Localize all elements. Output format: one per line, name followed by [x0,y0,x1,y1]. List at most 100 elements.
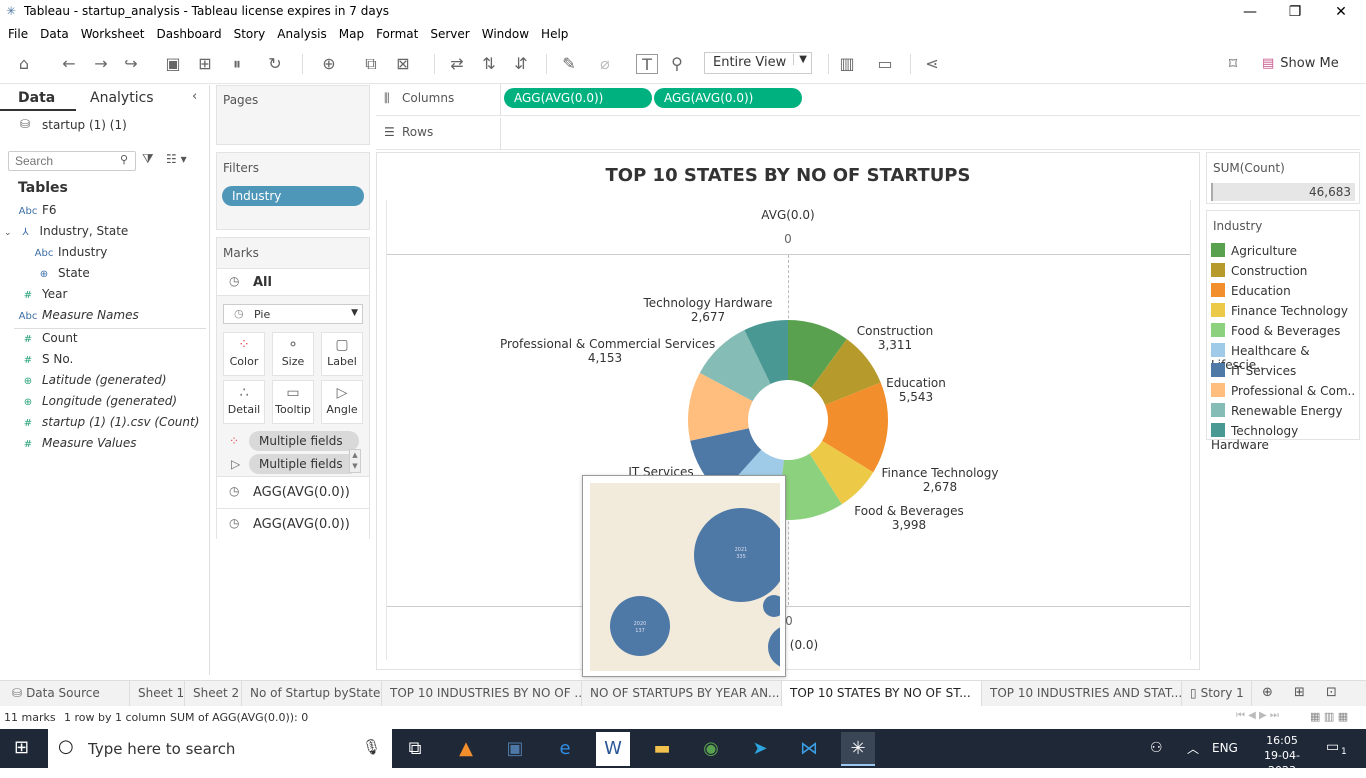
redo-icon[interactable]: ↪ [120,54,142,74]
legend-item[interactable]: Construction [1211,263,1359,283]
field-item[interactable]: ⊕ State [14,266,206,287]
rows-shelf[interactable]: ☰ Rows [376,118,1360,150]
menu-format[interactable]: Format [370,24,424,44]
field-item[interactable]: Abc Industry [14,245,206,266]
legend-item[interactable]: Professional & Com.. [1211,383,1359,403]
collapse-pane-icon[interactable]: ‹ [192,89,197,104]
field-item[interactable]: # S No. [14,352,206,373]
cards-icon[interactable]: ▥ [836,54,858,74]
new-datasource-icon[interactable]: ⊞ [194,54,216,74]
field-item[interactable]: # Measure Values [14,436,206,457]
chrome-icon[interactable]: ◉ [694,732,728,766]
tab-sheet[interactable]: Sheet 2 [185,681,242,706]
column-pill-2[interactable]: AGG(AVG(0.0)) [654,88,802,108]
menu-map[interactable]: Map [333,24,370,44]
format-painter-icon[interactable]: ⌑ [1222,54,1244,74]
label-button[interactable]: ▢ Label [321,332,363,376]
share-icon[interactable]: ⋖ [921,54,943,74]
pin-icon[interactable]: ⚲ [666,54,688,74]
vscode-icon[interactable]: ⋈ [792,732,826,766]
tooltip-button[interactable]: ▭ Tooltip [272,380,314,424]
column-pill-1[interactable]: AGG(AVG(0.0)) [504,88,652,108]
group-icon[interactable]: ⌀ [594,54,616,74]
file-explorer-icon[interactable]: ▬ [645,732,679,766]
language-indicator[interactable]: ENG [1212,741,1238,755]
back-icon[interactable]: ← [58,54,80,74]
menu-file[interactable]: File [2,24,34,44]
microphone-icon[interactable]: 🎙 [362,738,381,756]
menu-story[interactable]: Story [228,24,272,44]
filters-card[interactable]: Filters Industry [216,152,370,230]
tab-sheet[interactable]: Sheet 1 [130,681,185,706]
legend-item[interactable]: Healthcare & Lifescie.. [1211,343,1359,372]
new-worksheet-icon[interactable]: ⊕ [1262,685,1273,700]
menu-dashboard[interactable]: Dashboard [150,24,227,44]
datasource-name[interactable]: startup (1) (1) [42,118,127,132]
new-story-icon[interactable]: ⊡ [1326,685,1337,700]
menu-window[interactable]: Window [476,24,535,44]
legend-item[interactable]: Finance Technology [1211,303,1359,323]
tab-sheet[interactable]: No of Startup byState [242,681,382,706]
windows-start-icon[interactable]: ⊞ [14,737,29,758]
menu-server[interactable]: Server [424,24,475,44]
refresh-icon[interactable]: ↻ [264,54,286,74]
tab-sheet[interactable]: NO OF STARTUPS BY YEAR AN... [582,681,782,706]
fit-dropdown[interactable]: Entire View ▼ [704,52,812,74]
save-icon[interactable]: ▣ [162,54,184,74]
clear-sheet-icon[interactable]: ⊠ [392,54,414,74]
field-item[interactable]: # Year [14,287,206,308]
edge-icon[interactable]: e [548,732,582,766]
legend-item[interactable]: Food & Beverages [1211,323,1359,343]
notification-icon[interactable]: ▭ [1326,739,1339,755]
filter-pill-industry[interactable]: Industry [222,186,364,206]
vlc-icon[interactable]: ▲ [449,732,483,766]
view-options-icon[interactable]: ☷ ▾ [166,152,187,166]
marks-card-agg2[interactable]: ◷ AGG(AVG(0.0)) [217,508,369,540]
menu-worksheet[interactable]: Worksheet [75,24,151,44]
show-me-button[interactable]: ▤ Show Me [1262,56,1339,71]
word-icon[interactable]: W [596,732,630,766]
pause-icon[interactable]: ⏸ [226,54,248,74]
angle-button[interactable]: ▷ Angle [321,380,363,424]
field-item[interactable]: ⊕ Latitude (generated) [14,373,206,394]
tab-story[interactable]: ▯ Story 1 [1182,681,1252,706]
mark-type-dropdown[interactable]: ◷ Pie ▼ [223,304,363,324]
legend-item[interactable]: Renewable Energy [1211,403,1359,423]
taskbar-search[interactable]: ○ Type here to search 🎙 [48,729,392,768]
menu-analysis[interactable]: Analysis [271,24,332,44]
field-item[interactable]: ⊕ Longitude (generated) [14,394,206,415]
size-legend[interactable]: SUM(Count) 46,683 [1206,152,1360,204]
legend-item[interactable]: IT Services [1211,363,1359,383]
highlight-icon[interactable]: ✎ [558,54,580,74]
legend-item[interactable]: Education [1211,283,1359,303]
tab-data-source[interactable]: ⛁ Data Source [4,681,130,706]
sort-desc-icon[interactable]: ⇵ [510,54,532,74]
field-item[interactable]: Abc Measure Names [14,308,206,329]
clock[interactable]: 16:05 19-04-2023 [1252,733,1312,778]
color-multiple-fields-pill[interactable]: Multiple fields [249,431,359,451]
detail-button[interactable]: ∴ Detail [223,380,265,424]
home-icon[interactable]: ⌂ [13,54,35,74]
nav-arrows-icon[interactable]: ⏮ ◀ ▶ ⏭ [1236,710,1279,721]
presentation-icon[interactable]: ▭ [874,54,896,74]
scrollbar[interactable]: ▲ ▼ [349,449,361,473]
task-view-icon[interactable]: ⧉ [398,732,432,766]
people-icon[interactable]: ⚇ [1150,740,1163,756]
show-labels-icon[interactable]: T [636,54,658,74]
field-item[interactable]: # Count [14,331,206,352]
new-sheet-icon[interactable]: ⊕ [318,54,340,74]
close-icon[interactable]: ✕ [1318,2,1364,24]
menu-help[interactable]: Help [535,24,574,44]
restore-icon[interactable]: ❐ [1272,2,1318,24]
filter-icon[interactable]: ⧩ [142,152,154,167]
marks-all-row[interactable]: ◷ All [217,268,369,296]
grid-view-icon[interactable]: ▦ ▥ ▦ [1310,710,1348,723]
telegram-icon[interactable]: ➤ [743,732,777,766]
duplicate-icon[interactable]: ⧉ [360,54,382,74]
tab-sheet[interactable]: TOP 10 INDUSTRIES AND STAT... [982,681,1182,706]
tab-data[interactable]: Data [0,85,76,111]
size-button[interactable]: ⚬ Size [272,332,314,376]
tableau-taskbar-icon[interactable]: ✳ [841,732,875,766]
color-button[interactable]: ⁘ Color [223,332,265,376]
menu-data[interactable]: Data [34,24,75,44]
